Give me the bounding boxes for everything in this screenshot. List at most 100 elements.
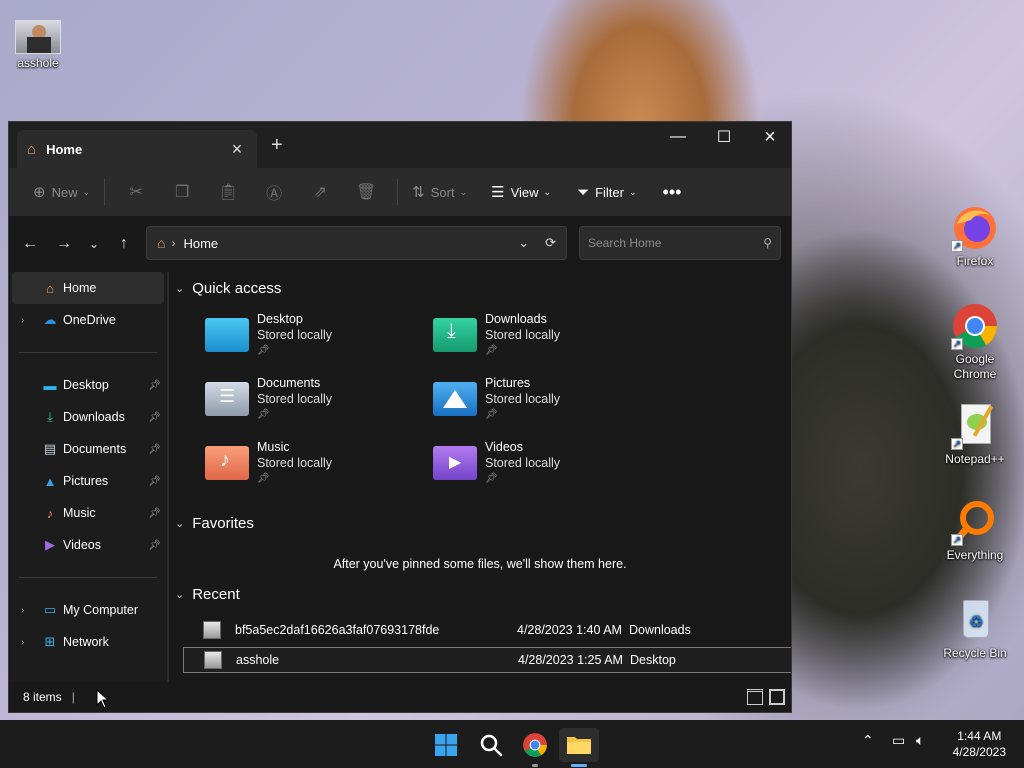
expand-chevron-icon[interactable]: ›	[21, 315, 24, 326]
details-view-icon[interactable]	[747, 689, 763, 705]
section-title: Quick access	[192, 280, 282, 297]
pin-icon: 📌︎	[148, 475, 161, 487]
image-file-icon	[204, 651, 222, 669]
back-button[interactable]: ←	[15, 228, 45, 260]
music-icon: ♪	[46, 505, 54, 521]
start-button[interactable]	[426, 728, 466, 762]
chrome-icon: ↗	[951, 302, 999, 350]
sidebar-item-documents[interactable]: ▤ Documents 📌︎	[9, 433, 167, 465]
section-title: Recent	[192, 586, 240, 603]
forward-button[interactable]: →	[49, 228, 79, 260]
sidebar-item-onedrive[interactable]: › ☁ OneDrive	[9, 304, 167, 336]
new-button[interactable]: ⊕ New ⌄	[27, 176, 96, 208]
item-name: Videos	[485, 440, 523, 454]
sidebar-item-videos[interactable]: ▶ Videos 📌︎	[9, 529, 167, 561]
filter-label: Filter	[595, 184, 624, 200]
plus-circle-icon: ⊕	[33, 184, 46, 201]
recent-locations-button[interactable]: ⌄	[79, 228, 109, 260]
item-name: Music	[257, 440, 290, 454]
view-button[interactable]: ☰ View ⌄	[485, 176, 557, 208]
item-status: Stored locally	[485, 392, 561, 406]
recent-row[interactable]: bf5a5ec2daf16626a3faf07693178fde 4/28/20…	[183, 617, 791, 643]
taskbar-file-explorer-button[interactable]	[559, 728, 599, 767]
quick-access-item-music[interactable]: ♪ Music Stored locally 📌︎	[205, 440, 415, 498]
taskbar-chrome-button[interactable]	[515, 728, 555, 767]
pin-icon: 📌︎	[148, 443, 161, 455]
recent-row-selected[interactable]: asshole 4/28/2023 1:25 AM Desktop	[183, 647, 791, 673]
file-name: asshole	[236, 653, 280, 667]
search-input[interactable]	[588, 236, 764, 250]
sort-label: Sort	[430, 184, 455, 200]
view-toggle	[747, 689, 785, 705]
quick-access-item-downloads[interactable]: ⤓ Downloads Stored locally 📌︎	[433, 312, 643, 370]
address-bar[interactable]: ⌂ › Home ⌄ ⟳	[146, 226, 567, 260]
share-icon[interactable]: ⇗	[297, 176, 343, 208]
quick-access-item-desktop[interactable]: Desktop Stored locally 📌︎	[205, 312, 415, 370]
search-icon[interactable]: ⚲	[763, 236, 772, 250]
more-options-button[interactable]: •••	[657, 176, 688, 208]
paste-icon[interactable]: 📋︎	[205, 176, 251, 208]
sidebar-item-music[interactable]: ♪ Music 📌︎	[9, 497, 167, 529]
home-content: ⌄ Quick access Desktop Stored locally 📌︎…	[169, 272, 791, 682]
desktop-icon-asshole[interactable]: asshole	[0, 18, 76, 70]
item-count: 8 items	[23, 690, 62, 704]
breadcrumb-home[interactable]: Home	[183, 236, 218, 251]
tab-home[interactable]: ⌂ Home ×	[17, 130, 257, 168]
status-bar: 8 items |	[9, 682, 791, 712]
active-indicator	[571, 764, 587, 767]
status-divider: |	[71, 690, 75, 704]
rename-icon[interactable]: Ⓐ	[251, 176, 297, 208]
quick-access-item-videos[interactable]: ▶ Videos Stored locally 📌︎	[433, 440, 643, 498]
item-status: Stored locally	[257, 392, 333, 406]
sidebar-item-pictures[interactable]: ▲ Pictures 📌︎	[9, 465, 167, 497]
new-tab-button[interactable]: +	[271, 134, 283, 157]
delete-icon[interactable]: 🗑︎	[343, 176, 389, 208]
expand-chevron-icon[interactable]: ›	[21, 605, 24, 616]
pin-icon: 📌︎	[257, 345, 270, 356]
refresh-icon[interactable]: ⟳	[545, 235, 556, 251]
favorites-header[interactable]: ⌄ Favorites	[175, 515, 254, 532]
image-file-icon	[203, 621, 221, 639]
sidebar-item-downloads[interactable]: ⤓ Downloads 📌︎	[9, 401, 167, 433]
sidebar-item-my-computer[interactable]: › ▭ My Computer	[9, 594, 167, 626]
expand-chevron-icon[interactable]: ›	[21, 637, 24, 648]
desktop-icon-firefox[interactable]: ↗ Firefox	[937, 204, 1013, 268]
pin-icon: 📌︎	[485, 473, 498, 484]
sidebar-item-home[interactable]: ⌂ Home	[12, 272, 164, 304]
volume-icon[interactable]: 🔈︎	[916, 732, 924, 749]
taskbar-search-button[interactable]	[471, 728, 511, 762]
show-hidden-icons-chevron-icon[interactable]: ⌃	[862, 732, 874, 749]
collapse-chevron-icon: ⌄	[175, 283, 185, 295]
close-window-button[interactable]: ×	[747, 122, 791, 152]
maximize-button[interactable]: ☐	[701, 122, 747, 152]
desktop-folder-icon: ▬	[43, 377, 57, 393]
clock[interactable]: 1:44 AM 4/28/2023	[953, 728, 1006, 760]
address-history-chevron-icon[interactable]: ⌄	[518, 235, 529, 251]
desktop-icon-everything[interactable]: ↗ Everything	[937, 498, 1013, 562]
document-icon: ▤	[43, 441, 57, 456]
filter-button[interactable]: ⏷ Filter ⌄	[571, 176, 642, 208]
recent-header[interactable]: ⌄ Recent	[175, 586, 240, 603]
desktop-icon-notepadpp[interactable]: ↗ Notepad++	[937, 402, 1013, 466]
tiles-view-icon[interactable]	[769, 689, 785, 705]
sidebar-item-network[interactable]: › ⊞ Network	[9, 626, 167, 658]
quick-access-item-documents[interactable]: ☰ Documents Stored locally 📌︎	[205, 376, 415, 434]
desktop-icon-chrome[interactable]: ↗ Google Chrome	[937, 302, 1013, 382]
network-status-icon[interactable]: ▭	[892, 732, 905, 749]
close-tab-icon[interactable]: ×	[227, 139, 247, 160]
copy-icon[interactable]: ❐	[159, 176, 205, 208]
navigation-pane: ⌂ Home › ☁ OneDrive ▬ Desktop 📌︎ ⤓ Downl…	[9, 272, 167, 682]
quick-access-header[interactable]: ⌄ Quick access	[175, 280, 281, 297]
cut-icon[interactable]: ✂	[113, 176, 159, 208]
sidebar-item-label: My Computer	[63, 603, 139, 617]
up-button[interactable]: ↑	[109, 228, 139, 260]
title-bar: ⌂ Home × + — ☐ ×	[9, 122, 791, 168]
sort-button[interactable]: ⇅ Sort ⌄	[406, 176, 473, 208]
desktop-icon-recycle-bin[interactable]: ♻ Recycle Bin	[937, 596, 1013, 660]
quick-access-item-pictures[interactable]: Pictures Stored locally 📌︎	[433, 376, 643, 434]
minimize-button[interactable]: —	[655, 122, 701, 152]
mouse-cursor-icon	[96, 689, 110, 709]
sidebar-item-desktop[interactable]: ▬ Desktop 📌︎	[9, 369, 167, 401]
notepad-plus-plus-icon: ↗	[951, 402, 999, 450]
divider	[104, 179, 106, 205]
